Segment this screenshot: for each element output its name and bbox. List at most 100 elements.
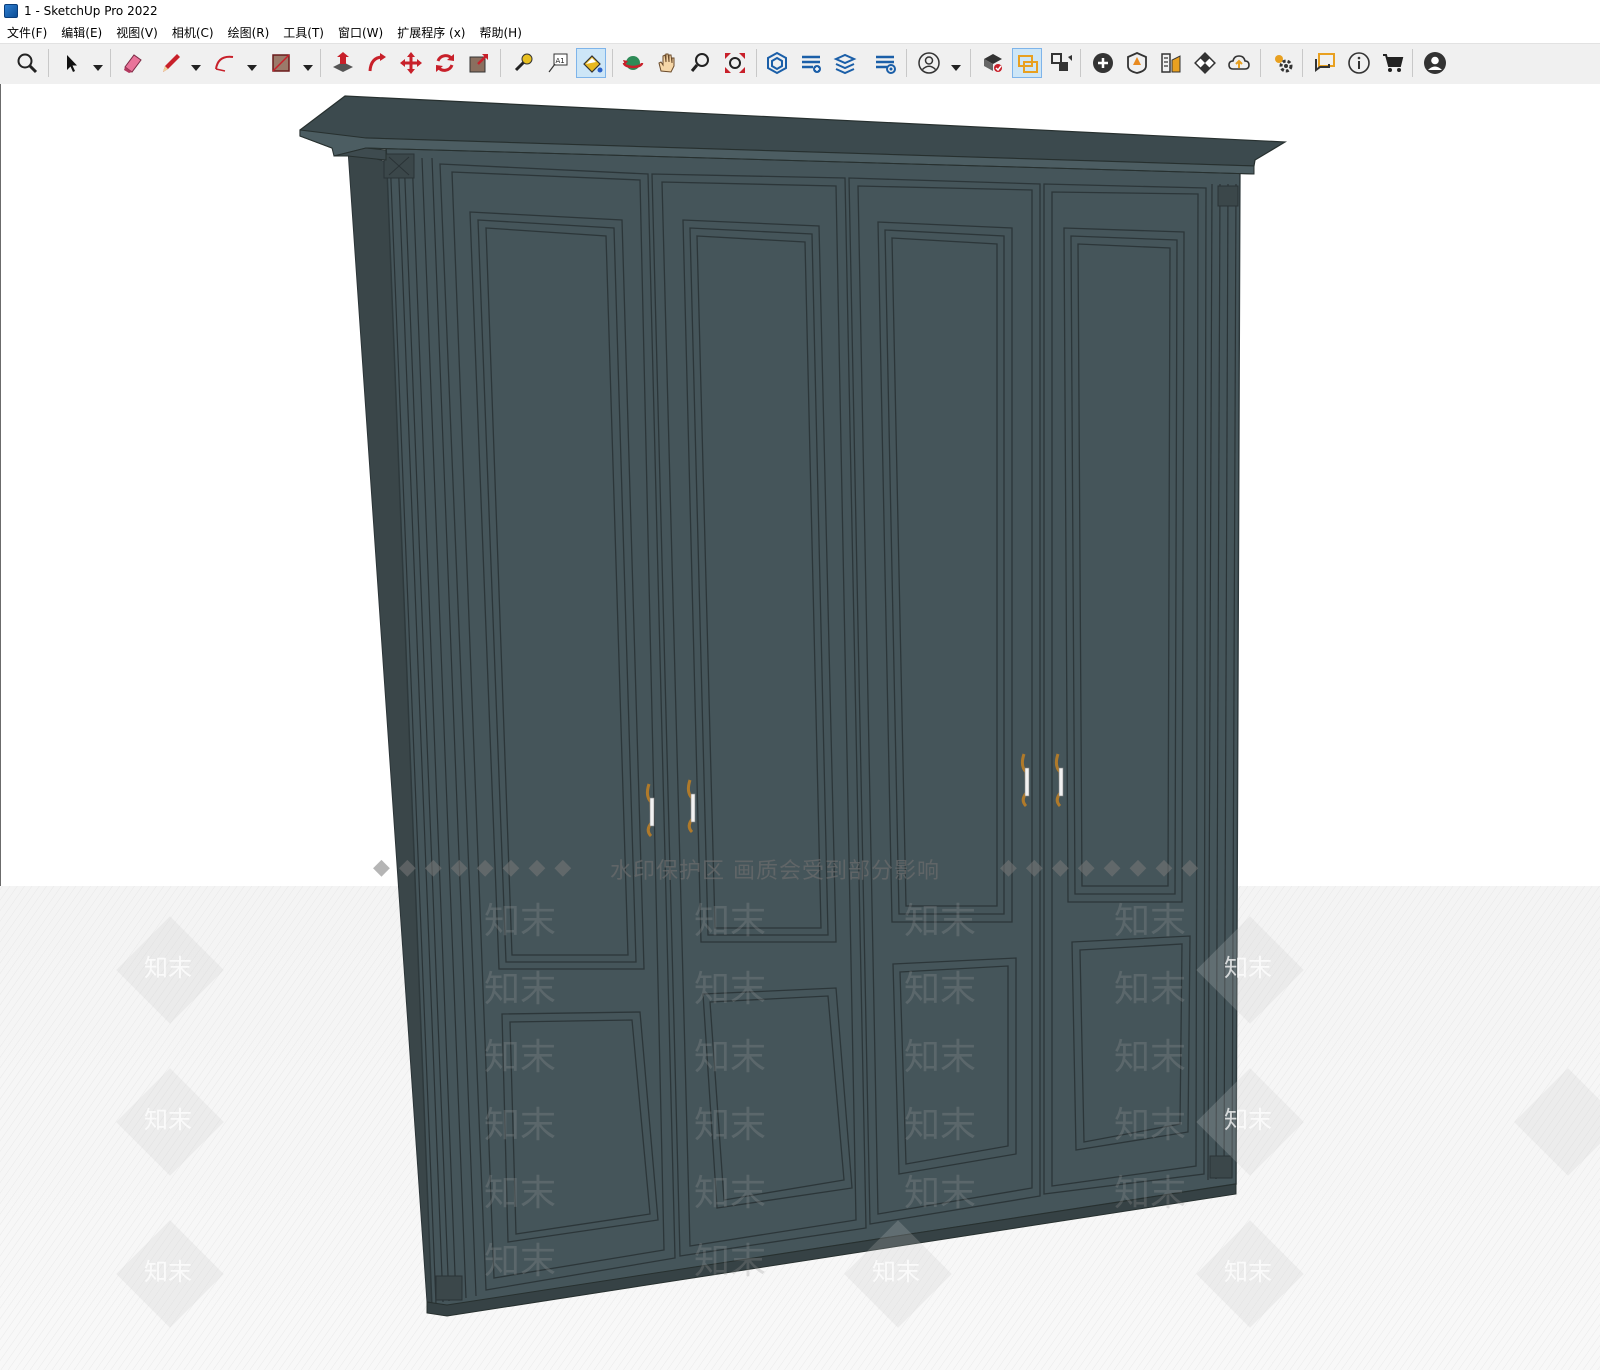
select-icon[interactable] (56, 48, 86, 78)
toolbar-separator (500, 49, 501, 77)
watermark-brand: 知末 (1114, 1037, 1187, 1078)
cloud-icon[interactable] (1224, 48, 1254, 78)
eraser-icon[interactable] (118, 48, 148, 78)
main-toolbar: A1 (0, 43, 1600, 85)
toolbar-separator (612, 49, 613, 77)
watermark-brand: 知末 (904, 1105, 977, 1146)
watermark-brand: 知末 (694, 969, 767, 1010)
watermark-brand: 知末 (904, 969, 977, 1010)
menu-bar: 文件(F) 编辑(E) 视图(V) 相机(C) 绘图(R) 工具(T) 窗口(W… (0, 22, 1600, 42)
chevron-down-icon[interactable] (950, 58, 962, 71)
menu-view[interactable]: 视图(V) (109, 24, 165, 41)
arc-icon[interactable] (210, 48, 240, 78)
watermark-brand: 知末 (904, 901, 977, 942)
scale-icon[interactable] (464, 48, 494, 78)
zoom-window-icon[interactable] (686, 48, 716, 78)
watermark-brand: 知末 (1114, 1173, 1187, 1214)
watermark-brand: 知末 (1114, 901, 1187, 942)
move-icon[interactable] (396, 48, 426, 78)
rotate-icon[interactable] (430, 48, 460, 78)
extension-manager-icon[interactable] (870, 48, 900, 78)
toolbar-separator (906, 49, 907, 77)
menu-camera[interactable]: 相机(C) (165, 24, 221, 41)
watermark-brand: 知末 (694, 1241, 767, 1282)
chevron-down-icon[interactable] (190, 58, 202, 71)
menu-file[interactable]: 文件(F) (0, 24, 54, 41)
account-icon[interactable] (1420, 48, 1450, 78)
checkerboard-icon[interactable] (1190, 48, 1220, 78)
text-icon[interactable]: A1 (542, 48, 572, 78)
pencil-line-icon[interactable] (156, 48, 186, 78)
watermark-brand: 知末 (872, 1258, 920, 1286)
chevron-down-icon[interactable] (246, 58, 258, 71)
watermark-brand: 知末 (1224, 1258, 1272, 1286)
wardrobe-model[interactable] (0, 84, 1600, 1370)
add-location-icon[interactable] (1088, 48, 1118, 78)
follow-me-icon[interactable] (362, 48, 392, 78)
svg-text:A1: A1 (556, 57, 565, 65)
zoom-extents-icon[interactable] (720, 48, 750, 78)
right-pilaster-cap (1217, 185, 1239, 207)
menu-draw[interactable]: 绘图(R) (221, 24, 277, 41)
model-viewport[interactable]: ◆ ◆ ◆ ◆ ◆ ◆ ◆ ◆ 水印保护区 画质会受到部分影响 ◆ ◆ ◆ ◆ … (0, 84, 1600, 1370)
watermark-brand: 知末 (694, 901, 767, 942)
watermark-brand: 知末 (484, 1173, 557, 1214)
style-builder-icon[interactable] (1156, 48, 1186, 78)
watermark-brand: 知末 (484, 1241, 557, 1282)
toolbar-separator (756, 49, 757, 77)
watermark-diamonds-right: ◆ ◆ ◆ ◆ ◆ ◆ ◆ ◆ (1000, 855, 1200, 880)
chevron-down-icon[interactable] (92, 58, 104, 71)
push-pull-icon[interactable] (328, 48, 358, 78)
watermark-notice: 水印保护区 画质会受到部分影响 (610, 859, 940, 884)
menu-help[interactable]: 帮助(H) (472, 24, 528, 41)
rectangle-icon[interactable] (266, 48, 296, 78)
menu-edit[interactable]: 编辑(E) (54, 24, 109, 41)
settings-icon[interactable] (1268, 48, 1298, 78)
message-icon[interactable] (1310, 48, 1340, 78)
watermark-brand: 知末 (1114, 1105, 1187, 1146)
watermark-diamonds-left: ◆ ◆ ◆ ◆ ◆ ◆ ◆ ◆ (373, 855, 573, 880)
orbit-icon[interactable] (618, 48, 648, 78)
section-plane-icon[interactable] (1012, 48, 1042, 78)
sandbox-icon[interactable] (1122, 48, 1152, 78)
watermark-brand: 知末 (1224, 954, 1272, 982)
watermark-brand: 知末 (694, 1037, 767, 1078)
watermark-brand: 知末 (1224, 1106, 1272, 1134)
toolbar-separator (320, 49, 321, 77)
toolbar-separator (1260, 49, 1261, 77)
solid-tools-icon[interactable] (978, 48, 1008, 78)
toolbar-separator (1302, 49, 1303, 77)
info-icon[interactable] (1344, 48, 1374, 78)
watermark-brand: 知末 (694, 1173, 767, 1214)
toolbar-separator (970, 49, 971, 77)
watermark-brand: 知末 (904, 1037, 977, 1078)
menu-window[interactable]: 窗口(W) (331, 24, 390, 41)
sketchup-app-icon[interactable] (4, 4, 18, 18)
watermark-brand: 知末 (484, 901, 557, 942)
toolbar-separator (1080, 49, 1081, 77)
section-display-icon[interactable] (1046, 48, 1076, 78)
tape-measure-icon[interactable] (508, 48, 538, 78)
watermark-brand: 知末 (484, 1037, 557, 1078)
extension-warehouse-icon[interactable] (796, 48, 826, 78)
3d-warehouse-icon[interactable] (762, 48, 792, 78)
user-icon[interactable] (914, 48, 944, 78)
paint-bucket-icon[interactable] (576, 48, 606, 78)
title-bar: 1 - SketchUp Pro 2022 (0, 0, 1600, 22)
watermark-brand: 知末 (904, 1173, 977, 1214)
watermark-brand: 知末 (144, 1106, 192, 1134)
watermark-brand: 知末 (484, 969, 557, 1010)
menu-tools[interactable]: 工具(T) (276, 24, 331, 41)
menu-extensions[interactable]: 扩展程序 (x) (390, 24, 472, 41)
pan-icon[interactable] (652, 48, 682, 78)
toolbar-separator (110, 49, 111, 77)
watermark-brand: 知末 (694, 1105, 767, 1146)
zoom-icon[interactable] (12, 48, 42, 78)
watermark-brand: 知末 (144, 954, 192, 982)
layout-icon[interactable] (830, 48, 860, 78)
toolbar-separator (1412, 49, 1413, 77)
left-pilaster-base (435, 1275, 463, 1301)
watermark-brand: 知末 (484, 1105, 557, 1146)
chevron-down-icon[interactable] (302, 58, 314, 71)
cart-icon[interactable] (1378, 48, 1408, 78)
